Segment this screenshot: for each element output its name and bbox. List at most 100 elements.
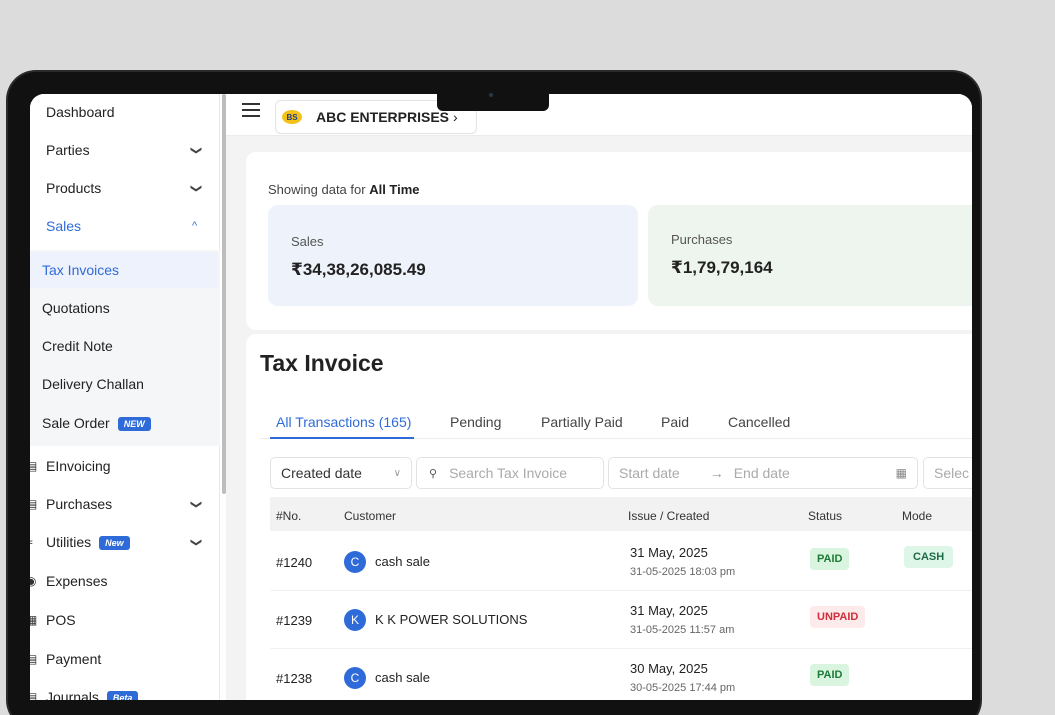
- sidebar-item-label: Dashboard: [46, 104, 115, 120]
- sidebar-item-pos[interactable]: ▦ POS: [30, 602, 220, 638]
- sidebar-item-label: Sale Order NEW: [42, 414, 151, 432]
- journal-icon: ▤: [30, 690, 38, 700]
- laptop-frame: Dashboard Parties ❯ Products ❯ Sales ^ T…: [6, 70, 982, 715]
- created-timestamp: 31-05-2025 18:03 pm: [630, 566, 736, 578]
- sort-value: Created date: [281, 465, 362, 481]
- chevron-down-icon: ❯: [190, 499, 203, 509]
- table-header: #No. Customer Issue / Created Status Mod…: [270, 497, 972, 531]
- avatar: C: [344, 667, 366, 689]
- calendar-icon[interactable]: ▦: [896, 466, 907, 480]
- status-tabs: All Transactions (165) Pending Partially…: [260, 409, 972, 439]
- summary-panel: Showing data for All Time Sales ₹34,38,2…: [246, 152, 972, 330]
- sidebar-item-parties[interactable]: Parties ❯: [30, 132, 220, 168]
- tab-paid[interactable]: Paid: [661, 414, 689, 430]
- period-text: Showing data for All Time: [268, 182, 420, 197]
- select-placeholder: Selec: [934, 465, 970, 481]
- table-row[interactable]: #1239 K K K POWER SOLUTIONS 31 May, 2025…: [270, 591, 972, 649]
- tab-partially-paid[interactable]: Partially Paid: [541, 414, 623, 430]
- end-date-field[interactable]: End date: [734, 465, 790, 481]
- sidebar-item-quotations[interactable]: Quotations: [30, 290, 220, 326]
- table-row[interactable]: #1240 C cash sale 31 May, 2025 31-05-202…: [270, 533, 972, 591]
- start-date-field[interactable]: Start date: [619, 465, 680, 481]
- tab-cancelled[interactable]: Cancelled: [728, 414, 790, 430]
- sidebar-item-label: Delivery Challan: [42, 376, 144, 392]
- sidebar-item-label: Sales: [46, 218, 82, 234]
- sidebar-item-purchases[interactable]: ▤ Purchases ❯: [30, 486, 220, 522]
- date-range-picker[interactable]: Start date → End date ▦: [608, 457, 918, 489]
- arrow-right-icon: →: [709, 465, 724, 481]
- sidebar-item-einvoicing[interactable]: ▤ EInvoicing: [30, 448, 220, 484]
- column-header[interactable]: Status: [808, 509, 842, 523]
- customer-name[interactable]: K K POWER SOLUTIONS: [375, 612, 527, 627]
- menu-icon[interactable]: [242, 103, 260, 117]
- camera-notch: [437, 91, 549, 111]
- invoice-number: #1238: [276, 671, 313, 686]
- tab-pending[interactable]: Pending: [450, 414, 501, 430]
- sales-card[interactable]: Sales ₹34,38,26,085.49: [268, 205, 638, 306]
- wallet-icon: ◉: [30, 574, 37, 588]
- sidebar-item-label: Utilities New: [46, 534, 130, 551]
- sales-label: Sales: [291, 234, 324, 249]
- sidebar-item-label: EInvoicing: [46, 458, 111, 474]
- column-header[interactable]: Mode: [902, 509, 932, 523]
- filter-select[interactable]: Selec: [923, 457, 972, 489]
- laptop-bezel: Dashboard Parties ❯ Products ❯ Sales ^ T…: [8, 72, 980, 715]
- sort-select[interactable]: Created date ∨: [270, 457, 412, 489]
- new-badge: NEW: [117, 417, 151, 432]
- mode-badge: CASH: [904, 546, 954, 568]
- chevron-down-icon: ∨: [393, 467, 401, 479]
- sidebar-item-label: Journals Beta: [46, 688, 139, 700]
- sidebar-item-label: Parties: [46, 142, 90, 158]
- beta-badge: Beta: [106, 691, 139, 700]
- search-placeholder: Search Tax Invoice: [449, 465, 568, 481]
- sidebar-item-label: POS: [46, 612, 76, 628]
- tab-all-transactions[interactable]: All Transactions (165): [276, 414, 411, 430]
- status-badge: PAID: [810, 664, 850, 686]
- page-title: Tax Invoice: [260, 350, 384, 376]
- customer-name[interactable]: cash sale: [375, 554, 430, 569]
- chevron-right-icon: ›: [453, 109, 458, 125]
- purchases-label: Purchases: [671, 232, 733, 247]
- sidebar-item-sales[interactable]: Sales ^: [30, 208, 220, 244]
- sidebar-item-label: Tax Invoices: [42, 262, 120, 278]
- journals-label: Journals: [46, 688, 99, 700]
- chevron-down-icon: ❯: [190, 537, 203, 547]
- sidebar-item-label: Quotations: [42, 300, 110, 316]
- sidebar-item-expenses[interactable]: ◉ Expenses: [30, 563, 220, 599]
- sidebar-item-tax-invoices[interactable]: Tax Invoices: [30, 252, 218, 288]
- status-badge: PAID: [810, 548, 850, 570]
- column-header[interactable]: #No.: [276, 509, 301, 523]
- tax-invoice-panel: Tax Invoice All Transactions (165) Pendi…: [246, 334, 972, 700]
- column-header[interactable]: Customer: [344, 509, 396, 523]
- chevron-down-icon: ❯: [190, 183, 203, 193]
- company-logo: BS: [282, 110, 302, 124]
- avatar: K: [344, 609, 366, 631]
- status-badge: UNPAID: [810, 606, 866, 628]
- chevron-down-icon: ❯: [190, 145, 203, 155]
- sidebar-item-label: Expenses: [46, 573, 108, 589]
- purchases-card[interactable]: Purchases ₹1,79,79,164: [648, 205, 972, 306]
- sidebar-item-payment[interactable]: ▤ Payment: [30, 641, 220, 677]
- column-header[interactable]: Issue / Created: [628, 509, 709, 523]
- sidebar-item-credit-note[interactable]: Credit Note: [30, 328, 220, 364]
- sidebar-item-utilities[interactable]: ≈ Utilities New ❯: [30, 524, 220, 560]
- sidebar-item-label: Purchases: [46, 496, 113, 512]
- active-tab-indicator: [270, 437, 414, 439]
- payment-icon: ▤: [30, 652, 38, 666]
- sidebar-item-label: Payment: [46, 651, 102, 667]
- sales-value: ₹34,38,26,085.49: [291, 260, 426, 279]
- search-input[interactable]: ⚲ Search Tax Invoice: [416, 457, 604, 489]
- customer-name[interactable]: cash sale: [375, 670, 430, 685]
- sidebar-item-journals[interactable]: ▤ Journals Beta: [30, 679, 220, 700]
- sale-order-label: Sale Order: [42, 414, 110, 431]
- sidebar-item-delivery-challan[interactable]: Delivery Challan: [30, 366, 220, 402]
- sidebar-item-products[interactable]: Products ❯: [30, 170, 220, 206]
- period-prefix: Showing data for: [268, 182, 366, 197]
- top-bar: BS ABC ENTERPRISES ›: [226, 94, 972, 136]
- sidebar: Dashboard Parties ❯ Products ❯ Sales ^ T…: [30, 94, 220, 700]
- sidebar-item-dashboard[interactable]: Dashboard: [30, 94, 220, 130]
- period-value[interactable]: All Time: [369, 182, 419, 197]
- table-row[interactable]: #1238 C cash sale 30 May, 2025 30-05-202…: [270, 649, 972, 700]
- sidebar-item-sale-order[interactable]: Sale Order NEW: [30, 405, 220, 441]
- chevron-up-icon: ^: [192, 220, 198, 232]
